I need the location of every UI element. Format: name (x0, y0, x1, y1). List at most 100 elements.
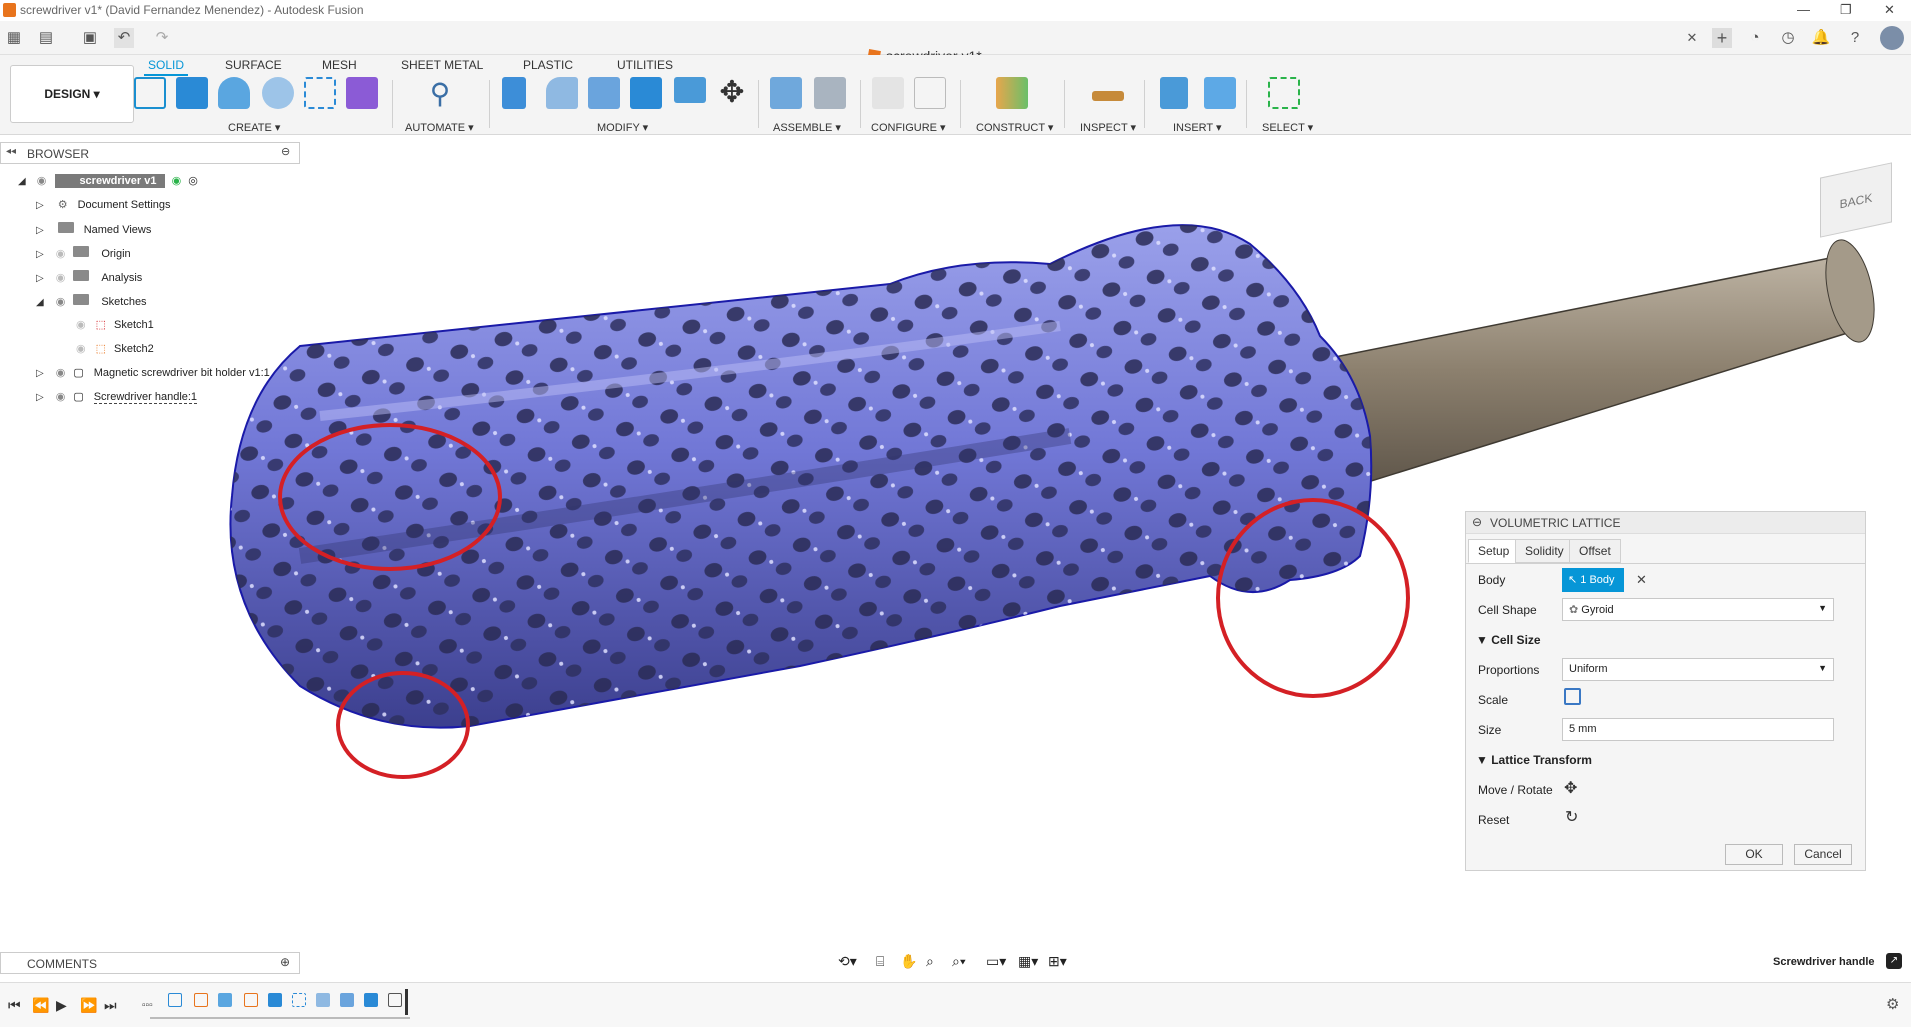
hidden-eye-icon[interactable]: ◉ (56, 248, 66, 260)
joint-icon[interactable] (814, 77, 846, 109)
comments-panel[interactable]: COMMENTS ⊕ (0, 952, 300, 974)
help-icon[interactable]: ? (1845, 28, 1865, 48)
file-menu-icon[interactable]: ▤ (36, 28, 56, 48)
play-icon[interactable]: ▶ (56, 997, 67, 1014)
modify-menu[interactable]: MODIFY ▾ (597, 121, 648, 134)
lattice-handle-body[interactable] (229, 224, 1373, 729)
lattice-transform-section[interactable]: ▼ Lattice Transform (1476, 753, 1592, 767)
cell-size-section[interactable]: ▼ Cell Size (1476, 633, 1541, 647)
expand-icon[interactable]: ▷ (36, 368, 44, 379)
step-back-icon[interactable]: ⏪ (32, 997, 49, 1014)
look-at-icon[interactable]: ⌸ (876, 953, 884, 970)
tab-solidity[interactable]: Solidity (1515, 539, 1574, 563)
apps-grid-icon[interactable]: ▦ (4, 28, 24, 48)
scale-icon[interactable] (1564, 688, 1581, 705)
timeline-fillet-icon[interactable] (316, 993, 330, 1007)
assemble-menu[interactable]: ASSEMBLE ▾ (773, 121, 841, 134)
timeline-lattice-icon[interactable] (388, 993, 402, 1007)
close-window-icon[interactable]: ✕ (1884, 2, 1895, 18)
form-icon[interactable] (346, 77, 378, 109)
extrude-icon[interactable] (176, 77, 208, 109)
workspace-switcher[interactable]: DESIGN ▾ (10, 65, 134, 123)
avatar[interactable] (1880, 26, 1904, 50)
tree-item[interactable]: ▷ ◉ Analysis (36, 270, 142, 284)
timeline-settings-gear-icon[interactable]: ⚙ (1886, 995, 1899, 1013)
revolve-icon[interactable] (218, 77, 250, 109)
close-tab-icon[interactable]: ✕ (1682, 28, 1702, 48)
timeline-sketch-icon[interactable] (244, 993, 258, 1007)
tab-solid[interactable]: SOLID (144, 56, 189, 76)
expand-icon[interactable]: ▷ (36, 249, 44, 260)
collapse-dialog-icon[interactable]: ⊖ (1472, 515, 1482, 529)
zoom-icon[interactable]: ⌕ (926, 953, 934, 970)
ok-button[interactable]: OK (1725, 844, 1783, 865)
visibility-icon[interactable]: ◉ (37, 175, 47, 187)
undo-icon[interactable]: ↶ (114, 28, 134, 48)
add-comment-icon[interactable]: ⊕ (280, 955, 290, 969)
tree-item[interactable]: ▷ ◉ ▢ Magnetic screwdriver bit holder v1:1 (36, 366, 270, 379)
automate-icon[interactable]: ⚲ (424, 77, 456, 109)
press-pull-icon[interactable] (502, 77, 526, 109)
orbit-icon[interactable]: ⟲▾ (838, 953, 857, 970)
size-input[interactable]: 5 mm (1562, 718, 1834, 741)
history-icon[interactable]: ◷ (1778, 28, 1798, 48)
new-tab-icon[interactable]: + (1712, 28, 1732, 48)
timeline-extrude-icon[interactable] (268, 993, 282, 1007)
tab-setup[interactable]: Setup (1468, 539, 1520, 563)
expand-icon[interactable]: ▷ (36, 392, 44, 403)
proportions-select[interactable]: Uniform ▼ (1562, 658, 1834, 681)
clear-selection-icon[interactable]: ✕ (1636, 572, 1647, 588)
pattern-icon[interactable] (304, 77, 336, 109)
insert-derive-icon[interactable] (1160, 77, 1188, 109)
tab-utilities[interactable]: UTILITIES (613, 56, 677, 74)
browser-panel-header[interactable]: ◂◂ BROWSER ⊖ (0, 142, 300, 164)
tab-sheet-metal[interactable]: SHEET METAL (397, 56, 487, 74)
hidden-eye-icon[interactable]: ◉ (76, 343, 86, 355)
go-to-start-icon[interactable]: ⏮ (8, 997, 21, 1014)
browser-options-icon[interactable]: ⊖ (281, 145, 290, 158)
restore-icon[interactable]: ❐ (1840, 2, 1852, 18)
select-window-icon[interactable] (1268, 77, 1300, 109)
fillet-icon[interactable] (546, 77, 578, 109)
configure-icon[interactable] (872, 77, 904, 109)
notifications-icon[interactable]: 🔔 (1811, 28, 1831, 48)
visibility-icon[interactable]: ◉ (56, 391, 66, 403)
hidden-eye-icon[interactable]: ◉ (56, 272, 66, 284)
job-status-icon[interactable]: ◔ (1745, 28, 1765, 48)
minimize-icon[interactable]: — (1797, 2, 1810, 17)
tree-item[interactable]: ◉ ⬚ Sketch2 (76, 342, 154, 355)
tree-item[interactable]: ◉ ⬚ Sketch1 (76, 318, 154, 331)
configure-table-icon[interactable] (914, 77, 946, 109)
timeline-shell-icon[interactable] (364, 993, 378, 1007)
dialog-header[interactable]: ⊖ VOLUMETRIC LATTICE (1466, 512, 1865, 534)
new-component-icon[interactable] (770, 77, 802, 109)
selection-filter-icon[interactable]: ↗ (1886, 953, 1902, 969)
automate-menu[interactable]: AUTOMATE ▾ (405, 121, 474, 134)
configure-menu[interactable]: CONFIGURE ▾ (871, 121, 946, 134)
tree-item[interactable]: ▷ Named Views (36, 222, 151, 236)
timeline-menu-icon[interactable]: ▫▫▫ (142, 1000, 153, 1011)
hidden-eye-icon[interactable]: ◉ (76, 319, 86, 331)
redo-icon[interactable]: ↷ (152, 28, 172, 48)
offset-plane-icon[interactable] (996, 77, 1028, 109)
viewports-icon[interactable]: ⊞▾ (1048, 953, 1067, 970)
collapse-browser-icon[interactable]: ◂◂ (6, 146, 16, 157)
go-to-end-icon[interactable]: ⏭ (104, 997, 117, 1014)
timeline-pattern-icon[interactable] (292, 993, 306, 1007)
move-rotate-icon[interactable]: ✥ (1564, 778, 1577, 798)
fit-icon[interactable]: ⌕▾ (952, 953, 966, 970)
move-icon[interactable]: ✥ (716, 77, 748, 109)
timeline-revolve-icon[interactable] (218, 993, 232, 1007)
screwdriver-shaft[interactable] (1329, 236, 1882, 487)
tree-item[interactable]: ▷ ⚙ Document Settings (36, 198, 171, 211)
radio-icon[interactable]: ◎ (188, 175, 198, 187)
create-menu[interactable]: CREATE ▾ (228, 121, 280, 134)
timeline-sketch-icon[interactable] (194, 993, 208, 1007)
timeline-marker[interactable] (405, 989, 408, 1015)
body-selection-button[interactable]: ↖ 1 Body (1562, 568, 1624, 592)
insert-image-icon[interactable] (1204, 77, 1236, 109)
tree-item[interactable]: ▷ ◉ Origin (36, 246, 131, 260)
hole-icon[interactable] (262, 77, 294, 109)
cell-shape-select[interactable]: ✿ Gyroid ▼ (1562, 598, 1834, 621)
expand-icon[interactable]: ▷ (36, 200, 44, 211)
